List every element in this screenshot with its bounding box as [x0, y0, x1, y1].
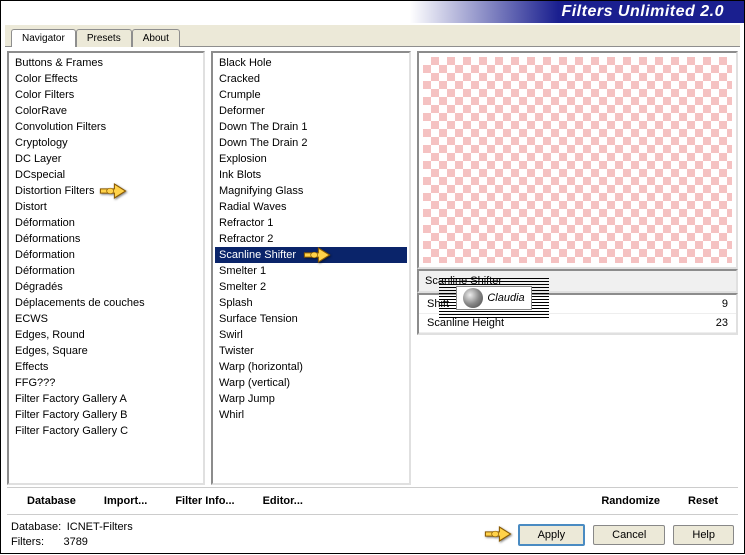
category-item[interactable]: Déformation — [11, 215, 201, 231]
category-item[interactable]: DCspecial — [11, 167, 201, 183]
filter-item[interactable]: Explosion — [215, 151, 407, 167]
tab-about[interactable]: About — [132, 29, 180, 47]
action-buttons: Apply Cancel Help — [518, 524, 734, 546]
filter-item[interactable]: Smelter 2 — [215, 279, 407, 295]
category-item[interactable]: Edges, Square — [11, 343, 201, 359]
filter-info-button[interactable]: Filter Info... — [165, 492, 244, 510]
category-item[interactable]: Filter Factory Gallery A — [11, 391, 201, 407]
category-item[interactable]: Color Effects — [11, 71, 201, 87]
filter-item[interactable]: Scanline Shifter — [215, 247, 407, 263]
status-bar: Database: ICNET-Filters Filters: 3789 Ap… — [1, 515, 744, 555]
db-value: ICNET-Filters — [67, 521, 133, 533]
category-item[interactable]: Déformation — [11, 247, 201, 263]
filter-item[interactable]: Deformer — [215, 103, 407, 119]
category-item[interactable]: Cryptology — [11, 135, 201, 151]
filter-item[interactable]: Down The Drain 2 — [215, 135, 407, 151]
reset-button[interactable]: Reset — [678, 492, 728, 510]
watermark-text: Claudia — [487, 292, 524, 304]
category-item[interactable]: Déformations — [11, 231, 201, 247]
filter-item[interactable]: Crumple — [215, 87, 407, 103]
database-button[interactable]: Database — [17, 492, 86, 510]
preview-image — [423, 57, 732, 263]
filter-item[interactable]: Radial Waves — [215, 199, 407, 215]
preview-area — [417, 51, 738, 269]
filter-item[interactable]: Down The Drain 1 — [215, 119, 407, 135]
tab-presets[interactable]: Presets — [76, 29, 132, 47]
filter-item[interactable]: Warp (horizontal) — [215, 359, 407, 375]
app-title: Filters Unlimited 2.0 — [561, 3, 724, 21]
category-item[interactable]: Distortion Filters — [11, 183, 201, 199]
category-item[interactable]: Dégradés — [11, 279, 201, 295]
watermark: Claudia — [439, 278, 549, 318]
tab-navigator[interactable]: Navigator — [11, 29, 76, 47]
filter-item[interactable]: Magnifying Glass — [215, 183, 407, 199]
category-item[interactable]: Edges, Round — [11, 327, 201, 343]
db-label: Database: — [11, 521, 61, 533]
randomize-button[interactable]: Randomize — [591, 492, 670, 510]
tab-strip: Navigator Presets About — [5, 25, 740, 47]
param-value: 9 — [722, 298, 728, 310]
category-item[interactable]: Filter Factory Gallery C — [11, 423, 201, 439]
filter-item[interactable]: Smelter 1 — [215, 263, 407, 279]
filter-item[interactable]: Whirl — [215, 407, 407, 423]
category-item[interactable]: DC Layer — [11, 151, 201, 167]
filter-item[interactable]: Splash — [215, 295, 407, 311]
filter-item[interactable]: Refractor 2 — [215, 231, 407, 247]
filters-label: Filters: — [11, 536, 44, 548]
category-item[interactable]: Effects — [11, 359, 201, 375]
category-item[interactable]: Convolution Filters — [11, 119, 201, 135]
param-value: 23 — [716, 317, 728, 329]
filter-item[interactable]: Cracked — [215, 71, 407, 87]
help-button[interactable]: Help — [673, 525, 734, 545]
category-item[interactable]: Déplacements de couches — [11, 295, 201, 311]
filter-item[interactable]: Warp Jump — [215, 391, 407, 407]
category-panel: Buttons & FramesColor EffectsColor Filte… — [7, 51, 205, 485]
category-item[interactable]: FFG??? — [11, 375, 201, 391]
status-info: Database: ICNET-Filters Filters: 3789 — [11, 520, 133, 550]
filter-item[interactable]: Surface Tension — [215, 311, 407, 327]
category-list[interactable]: Buttons & FramesColor EffectsColor Filte… — [9, 53, 203, 483]
filter-item[interactable]: Ink Blots — [215, 167, 407, 183]
category-item[interactable]: Color Filters — [11, 87, 201, 103]
cancel-button[interactable]: Cancel — [593, 525, 665, 545]
filter-item[interactable]: Black Hole — [215, 55, 407, 71]
filter-item[interactable]: Refractor 1 — [215, 215, 407, 231]
filter-item[interactable]: Swirl — [215, 327, 407, 343]
category-item[interactable]: ECWS — [11, 311, 201, 327]
toolbar: Database Import... Filter Info... Editor… — [7, 487, 738, 515]
filters-count: 3789 — [63, 536, 87, 548]
right-panel: Scanline Shifter Shift9Scanline Height23 — [417, 51, 738, 485]
filter-list[interactable]: Black HoleCrackedCrumpleDeformerDown The… — [213, 53, 409, 483]
title-bar: Filters Unlimited 2.0 — [1, 1, 744, 23]
filter-item[interactable]: Twister — [215, 343, 407, 359]
globe-icon — [463, 288, 483, 308]
main-panel: Buttons & FramesColor EffectsColor Filte… — [1, 47, 744, 487]
category-item[interactable]: Distort — [11, 199, 201, 215]
category-item[interactable]: ColorRave — [11, 103, 201, 119]
editor-button[interactable]: Editor... — [253, 492, 313, 510]
param-name: Scanline Height — [427, 317, 504, 329]
filter-item[interactable]: Warp (vertical) — [215, 375, 407, 391]
category-item[interactable]: Filter Factory Gallery B — [11, 407, 201, 423]
apply-button[interactable]: Apply — [518, 524, 586, 546]
category-item[interactable]: Déformation — [11, 263, 201, 279]
category-item[interactable]: Buttons & Frames — [11, 55, 201, 71]
import-button[interactable]: Import... — [94, 492, 157, 510]
filter-panel: Black HoleCrackedCrumpleDeformerDown The… — [211, 51, 411, 485]
